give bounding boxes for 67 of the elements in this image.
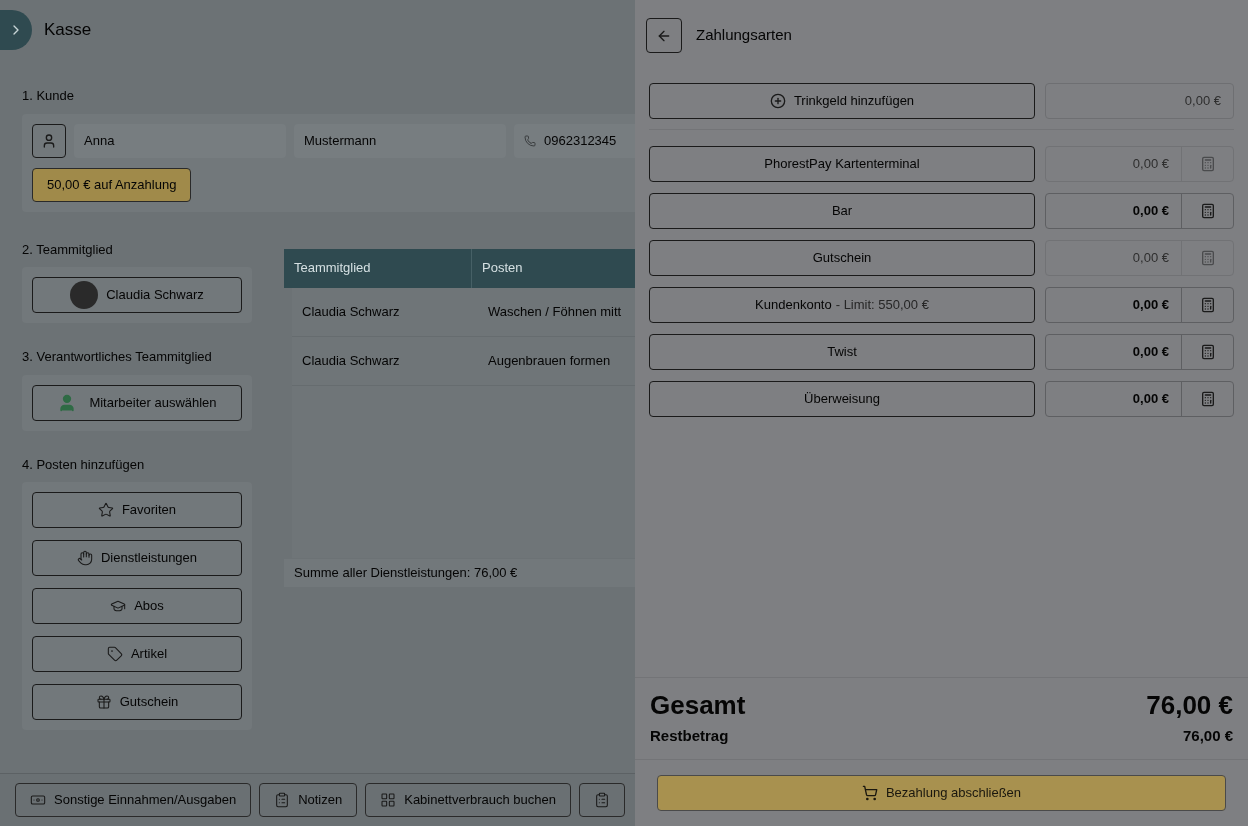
banknote-icon [30,792,46,808]
person-icon [41,132,57,149]
column-header: Teammitglied [284,248,472,288]
tip-amount-field[interactable]: 0,00 € [1045,83,1234,119]
calculator-icon [1199,203,1216,219]
payment-method-button[interactable]: Twist [649,334,1035,370]
add-item-button[interactable]: Dienstleistungen [32,540,242,576]
add-item-button[interactable]: Favoriten [32,492,242,528]
table-cell-text: Augenbrauen formen [488,351,612,370]
customer-button[interactable] [32,123,66,158]
tag-icon [106,646,123,662]
amount-field[interactable]: 0,00 € [1045,193,1234,229]
deposit-badge: 50,00 € auf Anzahlung [32,167,192,202]
payment-method-button[interactable]: Überweisung [649,381,1035,417]
first-name-field[interactable]: Anna [74,123,286,158]
table-cell-text: Claudia Schwarz [301,351,401,370]
table-cell-text: Waschen / Föhnen mitt [488,302,623,321]
team-member-button[interactable]: Claudia Schwarz [32,277,242,313]
footer-button[interactable]: Notizen [259,783,358,817]
amount-field[interactable]: 0,00 € [1045,334,1234,370]
section-heading: 4. Posten hinzufügen [22,455,146,474]
select-employee-button[interactable]: Mitarbeiter auswählen [32,384,242,421]
complete-payment-button[interactable]: Bezahlung abschließen [657,775,1226,811]
payment-method-button[interactable]: Kundenkonto - Limit: 550,00 € [649,287,1035,323]
add-item-button[interactable]: Abos [32,588,242,624]
phone-field[interactable]: 0962312345 [514,123,635,158]
add-item-button[interactable]: Gutschein [32,684,242,720]
expand-button[interactable] [0,10,32,50]
amount-field[interactable]: 0,00 € [1045,381,1234,417]
graduation-cap-icon [110,598,127,614]
services-sum: Summe aller Dienstleistungen: 76,00 € [284,558,635,587]
panel-title: Zahlungsarten [696,25,792,46]
calculator-icon [1199,391,1216,407]
calculator-icon [1199,344,1216,360]
add-tip-button[interactable]: Trinkgeld hinzufügen [649,83,1035,119]
back-button[interactable] [646,18,682,53]
page-title: Kasse [44,19,92,42]
rest-amount: 76,00 € [1182,725,1233,746]
limit-note: - Limit: 550,00 € [835,296,929,315]
calculator-icon [1199,297,1216,313]
avatar-icon [70,281,99,309]
column-header: Posten [481,259,524,278]
hand-icon [76,550,93,566]
clipboard-icon [274,792,291,808]
add-item-button[interactable]: Artikel [32,636,242,672]
plus-circle-icon [769,93,786,109]
table-cell-text: Claudia Schwarz [301,302,401,321]
calculator-icon [1199,156,1216,172]
calculator-icon [1199,250,1216,266]
total-label: Gesamt [650,688,746,722]
last-name-field[interactable]: Mustermann [294,123,506,158]
section-heading: 2. Teammitglied [22,240,114,259]
footer-button[interactable]: Kabinettverbrauch buchen [365,783,571,817]
footer-button[interactable] [579,783,625,817]
section-heading: 1. Kunde [22,87,76,105]
phone-icon [524,134,536,147]
gift-icon [95,694,112,710]
amount-field[interactable]: 0,00 € [1045,287,1234,323]
star-icon [97,502,114,518]
section-heading: 3. Verantwortliches Teammitglied [22,348,213,366]
total-amount: 76,00 € [1146,688,1233,722]
grid-icon [380,792,397,808]
clipboard-icon [594,792,610,808]
footer-button[interactable]: Sonstige Einnahmen/Ausgaben [15,783,252,817]
payment-method-button[interactable]: Bar [649,193,1035,229]
cart-icon [861,785,878,801]
rest-label: Restbetrag [650,725,729,746]
